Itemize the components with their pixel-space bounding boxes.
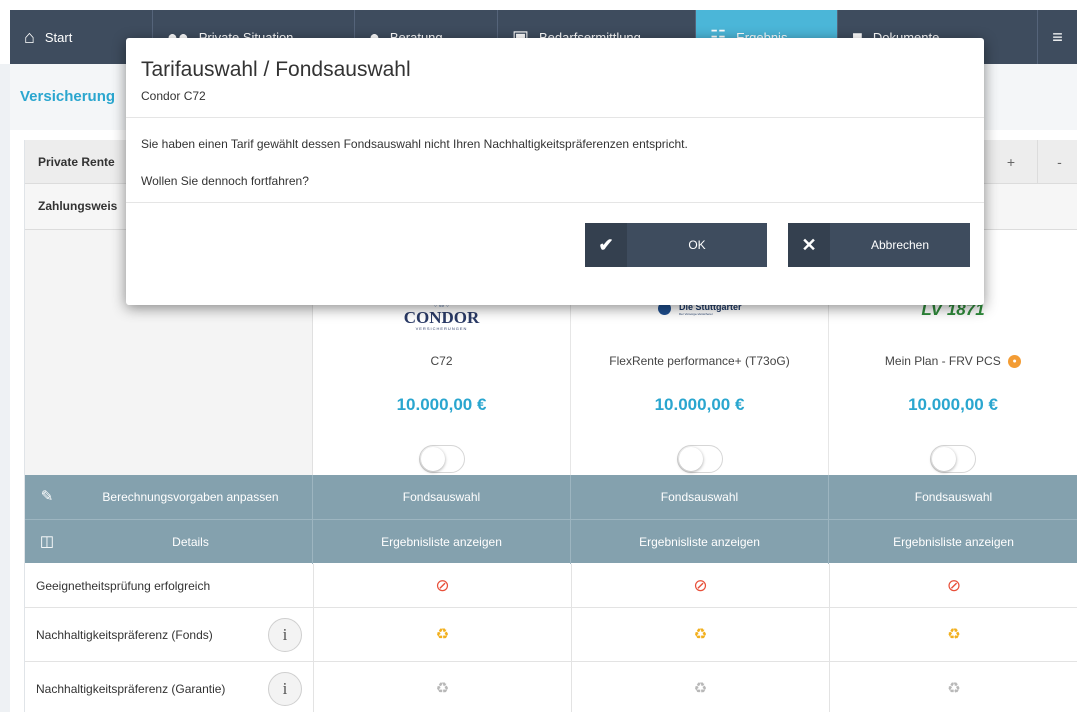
ok-button[interactable]: ✔ OK [585,223,767,267]
divider [126,117,984,118]
cancel-button-label: Abbrechen [870,238,930,252]
confirm-dialog: Tarifauswahl / Fondsauswahl Condor C72 S… [126,38,984,305]
dialog-question: Wollen Sie dennoch fortfahren? [141,174,309,188]
dialog-subtitle: Condor C72 [141,89,206,103]
ok-button-label: OK [688,238,706,252]
dialog-title: Tarifauswahl / Fondsauswahl [141,58,411,81]
divider [126,202,984,203]
close-icon: ✕ [788,223,830,267]
cancel-button[interactable]: ✕ Abbrechen [788,223,970,267]
dialog-message: Sie haben einen Tarif gewählt dessen Fon… [141,137,688,151]
checkmark-icon: ✔ [585,223,627,267]
